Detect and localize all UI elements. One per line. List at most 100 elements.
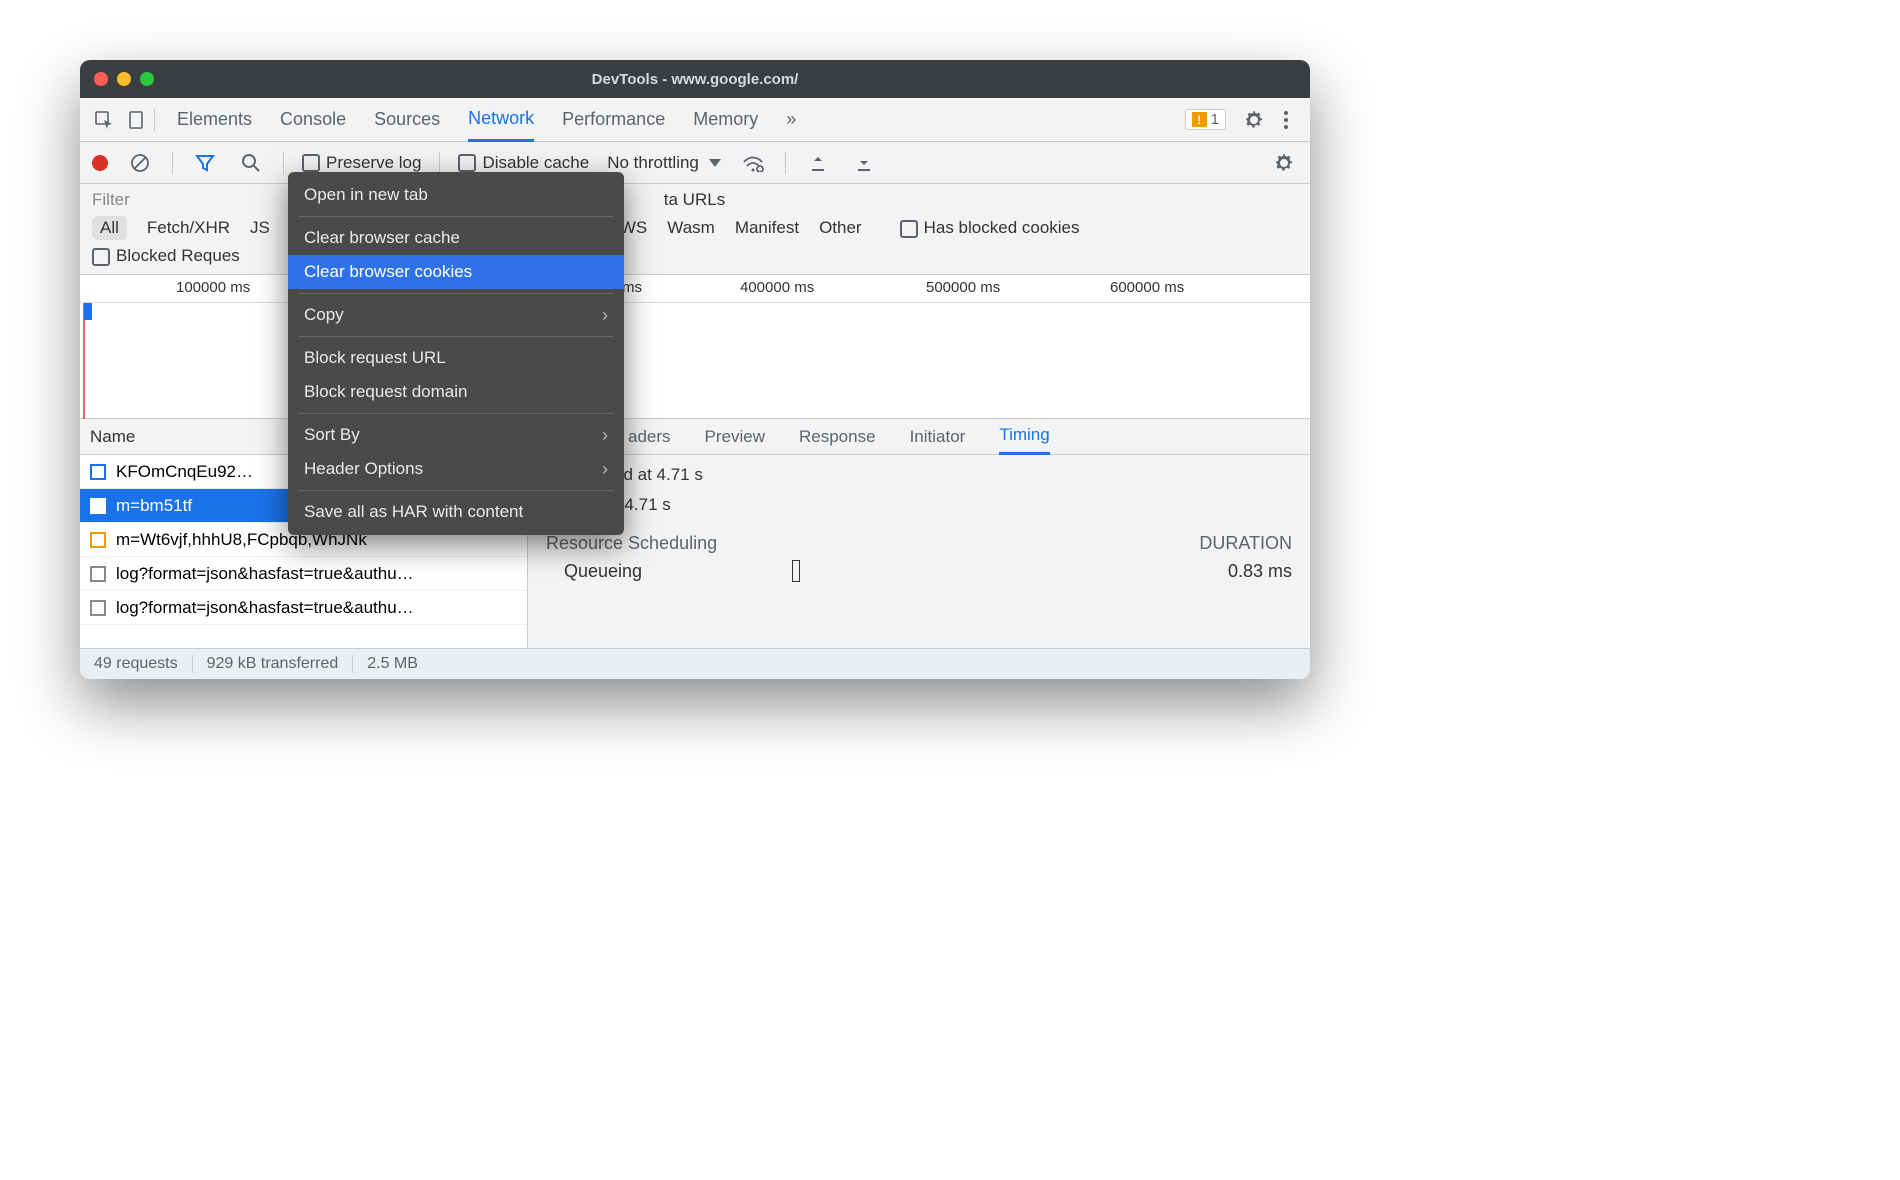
status-resources-partial: 2.5 MB xyxy=(353,655,432,673)
filter-type-js[interactable]: JS xyxy=(250,218,270,238)
file-icon xyxy=(90,566,106,582)
tab-preview[interactable]: Preview xyxy=(705,427,765,447)
tab-initiator[interactable]: Initiator xyxy=(910,427,966,447)
load-marker xyxy=(83,303,85,419)
settings-icon[interactable] xyxy=(1240,106,1268,134)
devtools-window: DevTools - www.google.com/ Elements Cons… xyxy=(80,60,1310,679)
ctx-copy[interactable]: Copy› xyxy=(288,298,624,332)
issues-badge[interactable]: ! 1 xyxy=(1185,109,1226,130)
timeline-tick: 500000 ms xyxy=(926,279,1000,296)
chevron-down-icon xyxy=(709,159,721,167)
context-menu: Open in new tab Clear browser cache Clea… xyxy=(288,172,624,535)
tab-elements[interactable]: Elements xyxy=(177,99,252,140)
chevron-right-icon: › xyxy=(602,459,608,480)
warning-icon: ! xyxy=(1192,112,1207,127)
blocked-requests-label-partial: Blocked Reques xyxy=(116,246,240,265)
import-har-icon[interactable] xyxy=(804,149,832,177)
queueing-duration: 0.83 ms xyxy=(1228,561,1292,582)
clear-log-icon[interactable] xyxy=(126,149,154,177)
record-button[interactable] xyxy=(92,155,108,171)
request-row[interactable]: log?format=json&hasfast=true&authu… xyxy=(80,591,527,625)
ctx-sort-by[interactable]: Sort By› xyxy=(288,418,624,452)
queued-at-partial: ed at 4.71 s xyxy=(614,465,1292,485)
request-bar xyxy=(84,303,92,320)
file-icon xyxy=(90,498,106,514)
separator xyxy=(154,109,155,131)
preserve-log-checkbox[interactable]: Preserve log xyxy=(302,153,421,173)
blocked-requests-checkbox[interactable]: Blocked Reques xyxy=(92,246,240,266)
filter-type-other[interactable]: Other xyxy=(819,218,862,238)
file-icon xyxy=(90,532,106,548)
filter-type-manifest[interactable]: Manifest xyxy=(735,218,799,238)
ctx-open-new-tab[interactable]: Open in new tab xyxy=(288,178,624,212)
filters-section: Filter ta URLs All Fetch/XHR JS WS Wasm … xyxy=(80,184,1310,275)
filter-toggle-icon[interactable] xyxy=(191,149,219,177)
tab-performance[interactable]: Performance xyxy=(562,99,665,140)
network-overview[interactable]: 100000 ms ms 400000 ms 500000 ms 600000 … xyxy=(80,275,1310,419)
filter-type-fetch-xhr[interactable]: Fetch/XHR xyxy=(147,218,230,238)
export-har-icon[interactable] xyxy=(850,149,878,177)
separator xyxy=(298,293,614,294)
tab-network[interactable]: Network xyxy=(468,98,534,142)
device-toggle-icon[interactable] xyxy=(122,106,150,134)
disable-cache-label: Disable cache xyxy=(482,153,589,172)
disable-cache-checkbox[interactable]: Disable cache xyxy=(458,153,589,173)
hide-data-urls-label-partial: ta URLs xyxy=(664,190,725,210)
separator xyxy=(439,152,440,174)
throttling-value: No throttling xyxy=(607,153,699,173)
request-name: KFOmCnqEu92… xyxy=(116,462,253,482)
request-name: log?format=json&hasfast=true&authu… xyxy=(116,598,414,618)
separator xyxy=(298,490,614,491)
request-details: aders Preview Response Initiator Timing … xyxy=(528,419,1310,648)
tab-console[interactable]: Console xyxy=(280,99,346,140)
blocked-cookies-label: Has blocked cookies xyxy=(924,218,1080,237)
window-title: DevTools - www.google.com/ xyxy=(80,71,1310,88)
filter-type-all[interactable]: All xyxy=(92,216,127,240)
separator xyxy=(298,216,614,217)
inspect-element-icon[interactable] xyxy=(90,106,118,134)
timeline-tick: 400000 ms xyxy=(740,279,814,296)
request-name: log?format=json&hasfast=true&authu… xyxy=(116,564,414,584)
search-icon[interactable] xyxy=(237,149,265,177)
tab-memory[interactable]: Memory xyxy=(693,99,758,140)
tabs-more-icon[interactable]: » xyxy=(786,99,796,140)
preserve-log-label: Preserve log xyxy=(326,153,421,172)
request-name: m=bm51tf xyxy=(116,496,192,516)
blocked-cookies-checkbox[interactable]: Has blocked cookies xyxy=(900,218,1080,238)
ctx-clear-cache[interactable]: Clear browser cache xyxy=(288,221,624,255)
status-bar: 49 requests 929 kB transferred 2.5 MB xyxy=(80,649,1310,679)
filter-type-wasm[interactable]: Wasm xyxy=(667,218,715,238)
timing-body: ed at 4.71 s Started at 4.71 s Resource … xyxy=(528,455,1310,648)
tab-sources[interactable]: Sources xyxy=(374,99,440,140)
throttling-dropdown[interactable]: No throttling xyxy=(607,153,721,173)
request-row[interactable]: log?format=json&hasfast=true&authu… xyxy=(80,557,527,591)
timeline-tick: 100000 ms xyxy=(176,279,250,296)
ctx-clear-cookies[interactable]: Clear browser cookies xyxy=(288,255,624,289)
ctx-block-domain[interactable]: Block request domain xyxy=(288,375,624,409)
network-toolbar: Preserve log Disable cache No throttling xyxy=(80,142,1310,184)
titlebar: DevTools - www.google.com/ xyxy=(80,60,1310,98)
tab-timing[interactable]: Timing xyxy=(999,419,1049,455)
timeline-tick: 600000 ms xyxy=(1110,279,1184,296)
split-pane: Name KFOmCnqEu92… m=bm51tf m=Wt6vjf,hhhU… xyxy=(80,419,1310,649)
status-requests: 49 requests xyxy=(80,655,193,673)
separator xyxy=(298,413,614,414)
timeline-lanes xyxy=(80,303,1310,419)
ctx-block-url[interactable]: Block request URL xyxy=(288,341,624,375)
kebab-menu-icon[interactable] xyxy=(1272,106,1300,134)
queueing-label: Queueing xyxy=(564,561,642,582)
timeline-tick: ms xyxy=(622,279,642,296)
chevron-right-icon: › xyxy=(602,425,608,446)
separator xyxy=(283,152,284,174)
separator xyxy=(172,152,173,174)
detail-tabs: aders Preview Response Initiator Timing xyxy=(528,419,1310,455)
filter-input[interactable]: Filter xyxy=(92,190,130,210)
network-conditions-icon[interactable] xyxy=(739,149,767,177)
network-settings-icon[interactable] xyxy=(1270,149,1298,177)
tab-headers-partial[interactable]: aders xyxy=(628,427,671,447)
ctx-save-har[interactable]: Save all as HAR with content xyxy=(288,495,624,529)
started-at: Started at 4.71 s xyxy=(546,495,1292,515)
ctx-header-options[interactable]: Header Options› xyxy=(288,452,624,486)
tab-response[interactable]: Response xyxy=(799,427,876,447)
resource-scheduling-label: Resource Scheduling xyxy=(546,533,717,554)
